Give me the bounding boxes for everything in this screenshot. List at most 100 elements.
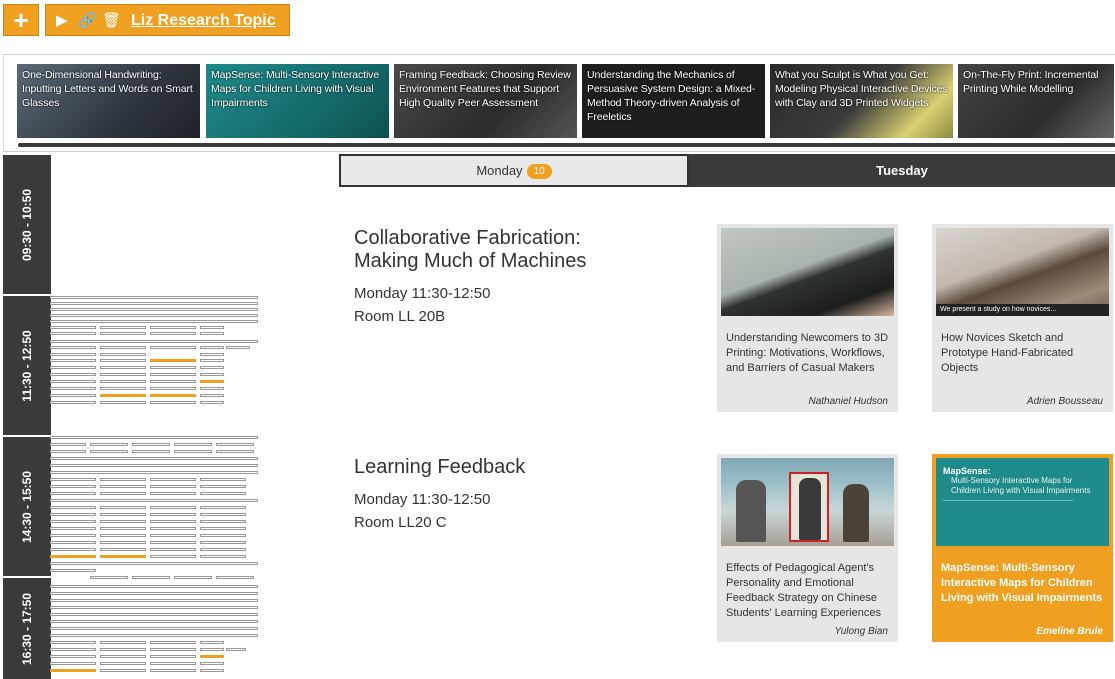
- minimap-slot: [174, 450, 212, 453]
- minimap-slot: [50, 585, 258, 588]
- minimap-slot: [200, 527, 246, 530]
- minimap-slot: [50, 613, 258, 616]
- minimap-slot: [50, 373, 96, 376]
- minimap-slot: [50, 296, 258, 299]
- minimap-slot: [132, 443, 170, 446]
- minimap-slot: [100, 541, 146, 544]
- thumbnail-heading: MapSense:: [943, 466, 991, 476]
- minimap-slot: [100, 506, 146, 509]
- time-slot[interactable]: 09:30 - 10:50: [3, 155, 51, 294]
- minimap-slot: [100, 655, 146, 658]
- time-slot-label: 14:30 - 15:50: [20, 470, 34, 543]
- minimap-slot: [100, 380, 146, 383]
- schedule-minimap[interactable]: [50, 296, 265, 679]
- minimap-slot: [50, 592, 258, 595]
- time-slot[interactable]: 11:30 - 12:50: [3, 296, 51, 435]
- minimap-slot: [100, 548, 146, 551]
- minimap-slot: [50, 346, 96, 349]
- paper-author: Emeline Brule: [1036, 626, 1103, 637]
- minimap-slot: [150, 346, 196, 349]
- minimap-slot: [100, 534, 146, 537]
- paper-card[interactable]: Effects of Pedagogical Agent's Personali…: [717, 454, 898, 642]
- topic-title-link[interactable]: Liz Research Topic: [131, 12, 276, 30]
- minimap-slot: [100, 648, 146, 651]
- minimap-slot: [150, 655, 196, 658]
- minimap-slot: [100, 326, 146, 329]
- minimap-slot: [216, 450, 254, 453]
- session-title[interactable]: Collaborative Fabrication: Making Much o…: [354, 227, 694, 273]
- paper-title: Effects of Pedagogical Agent's Personali…: [726, 562, 881, 619]
- paper-card[interactable]: We present a study on how novices... How…: [932, 224, 1113, 412]
- minimap-slot: [200, 555, 246, 558]
- paper-author: Adrien Bousseau: [1026, 396, 1103, 407]
- minimap-slot: [150, 520, 196, 523]
- minimap-slot: [150, 648, 196, 651]
- minimap-slot: [150, 641, 196, 644]
- time-slot[interactable]: 16:30 - 17:50: [3, 578, 51, 679]
- minimap-slot: [200, 520, 246, 523]
- minimap-slot: [200, 394, 224, 397]
- minimap-slot: [50, 394, 96, 397]
- minimap-slot: [100, 373, 146, 376]
- minimap-slot: [216, 443, 254, 446]
- minimap-slot: [50, 380, 96, 383]
- minimap-slot: [90, 576, 128, 579]
- minimap-slot: [50, 627, 258, 630]
- minimap-slot: [100, 513, 146, 516]
- minimap-slot: [50, 527, 96, 530]
- link-icon[interactable]: 🔗: [78, 11, 97, 29]
- paper-card[interactable]: MapSense: Multi-Sensory Interactive Maps…: [932, 454, 1113, 642]
- minimap-slot: [150, 555, 196, 558]
- session-title[interactable]: Learning Feedback: [354, 456, 694, 479]
- minimap-slot: [100, 520, 146, 523]
- minimap-slot: [100, 662, 146, 665]
- minimap-slot: [50, 450, 86, 453]
- trash-icon[interactable]: 🗑: [102, 11, 121, 29]
- carousel-item[interactable]: Framing Feedback: Choosing Review Enviro…: [394, 64, 577, 138]
- session-block[interactable]: Collaborative Fabrication: Making Much o…: [354, 227, 694, 328]
- carousel-item-title: MapSense: Multi-Sensory Interactive Maps…: [211, 69, 380, 109]
- minimap-slot: [200, 401, 224, 404]
- play-icon[interactable]: ▶: [56, 11, 68, 29]
- minimap-slot: [132, 576, 170, 579]
- minimap-slot: [50, 599, 258, 602]
- time-slot[interactable]: 14:30 - 15:50: [3, 437, 51, 576]
- minimap-slot: [150, 332, 196, 335]
- minimap-slot: [150, 492, 196, 495]
- minimap-slot: [150, 387, 196, 390]
- minimap-slot: [50, 569, 96, 572]
- carousel-scrollbar[interactable]: [18, 143, 1115, 147]
- minimap-slot: [100, 492, 146, 495]
- minimap-slot: [132, 450, 170, 453]
- minimap-slot: [50, 308, 258, 311]
- minimap-slot: [226, 648, 246, 651]
- minimap-slot: [200, 380, 224, 383]
- tab-monday[interactable]: Monday 10: [339, 154, 689, 187]
- carousel-item-title: One-Dimensional Handwriting: Inputting L…: [22, 69, 193, 109]
- minimap-slot: [200, 346, 224, 349]
- carousel-item[interactable]: MapSense: Multi-Sensory Interactive Maps…: [206, 64, 389, 138]
- minimap-slot: [90, 443, 128, 446]
- minimap-slot: [200, 387, 224, 390]
- session-block[interactable]: Learning Feedback Monday 11:30-12:50 Roo…: [354, 456, 694, 534]
- tab-tuesday[interactable]: Tuesday: [689, 154, 1115, 187]
- minimap-slot: [50, 548, 96, 551]
- carousel-item[interactable]: What you Sculpt is What you Get: Modelin…: [770, 64, 953, 138]
- carousel-item[interactable]: One-Dimensional Handwriting: Inputting L…: [17, 64, 200, 138]
- minimap-slot: [174, 576, 212, 579]
- paper-title: MapSense: Multi-Sensory Interactive Maps…: [941, 562, 1103, 604]
- minimap-slot: [50, 662, 96, 665]
- minimap-slot: [200, 513, 246, 516]
- carousel-item[interactable]: Understanding the Mechanics of Persuasiv…: [582, 64, 765, 138]
- minimap-slot: [50, 492, 96, 495]
- minimap-slot: [100, 527, 146, 530]
- add-button[interactable]: +: [3, 4, 39, 36]
- minimap-slot: [100, 346, 146, 349]
- session-count-badge: 10: [526, 164, 552, 179]
- minimap-slot: [100, 387, 146, 390]
- paper-card[interactable]: Understanding Newcomers to 3D Printing: …: [717, 224, 898, 412]
- minimap-slot: [50, 541, 96, 544]
- carousel-item[interactable]: On-The-Fly Print: Incremental Printing W…: [958, 64, 1114, 138]
- minimap-slot: [100, 353, 146, 356]
- minimap-slot: [50, 641, 96, 644]
